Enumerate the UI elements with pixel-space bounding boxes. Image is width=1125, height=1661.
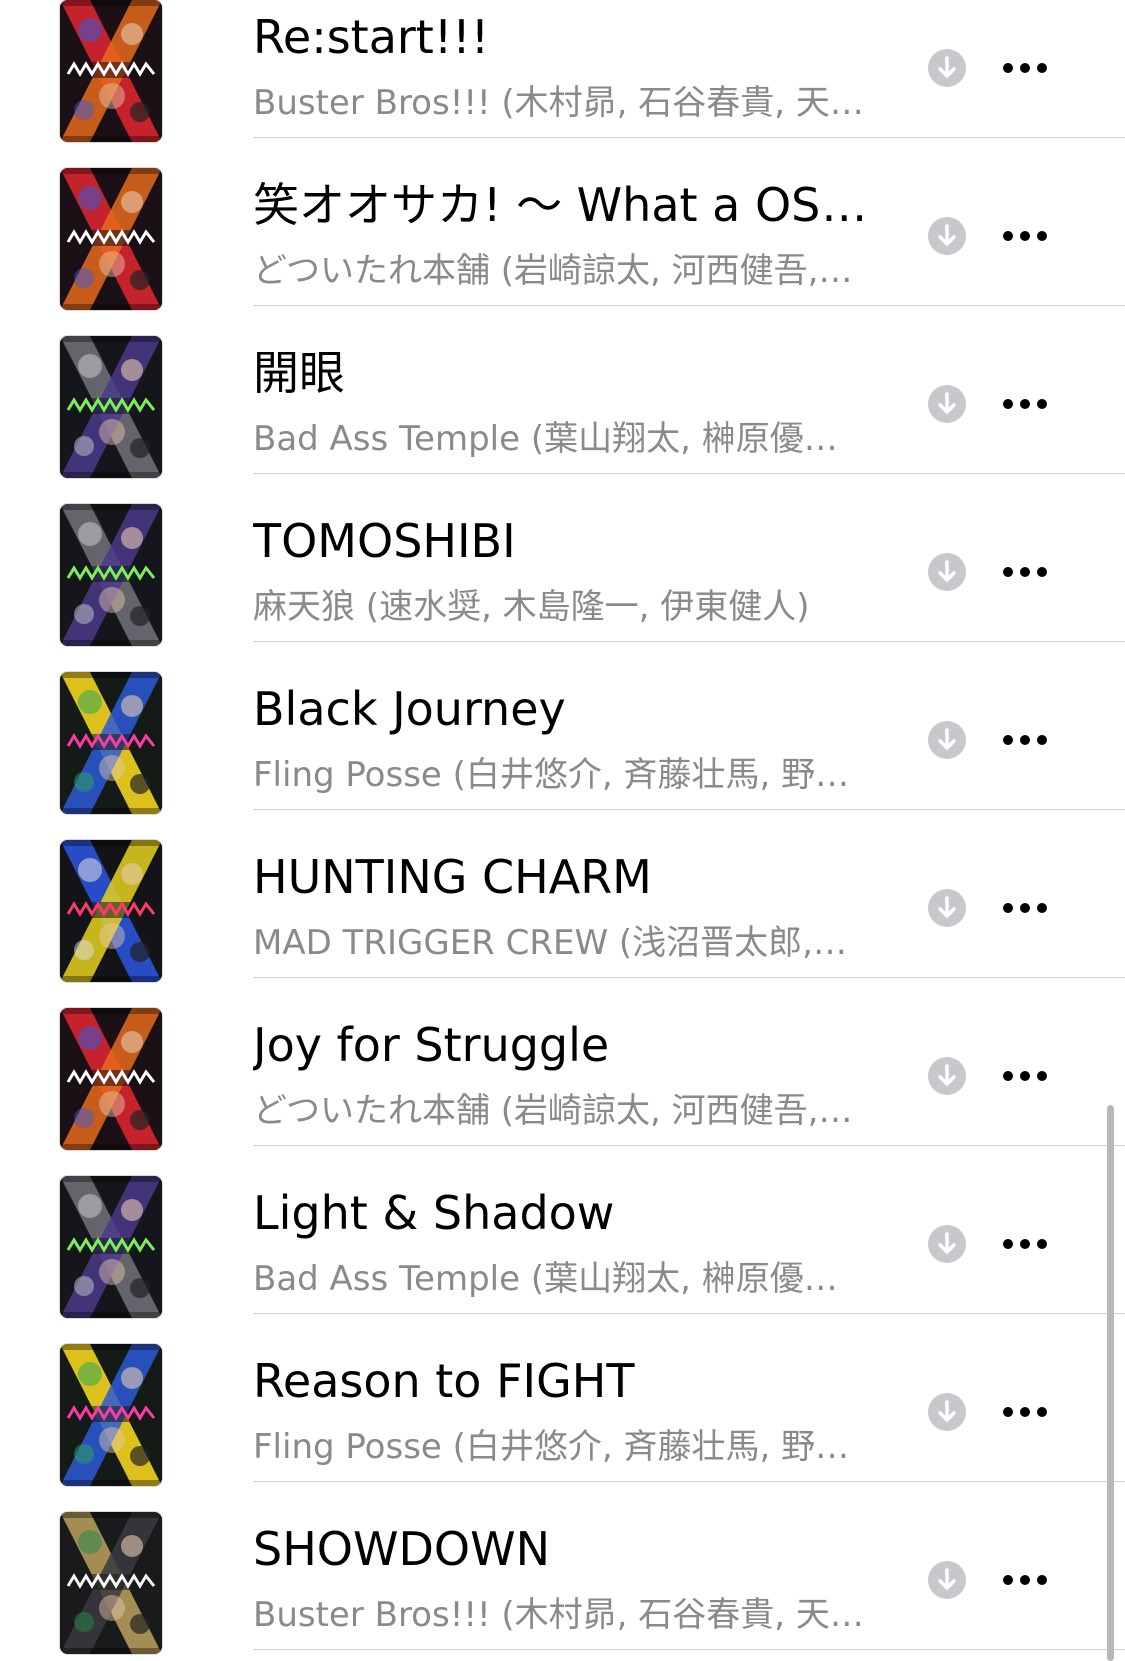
download-icon[interactable] xyxy=(928,553,966,591)
more-options-icon[interactable] xyxy=(1000,386,1050,422)
song-row[interactable]: HUNTING CHARM MAD TRIGGER CREW (浅沼晋太郎,… xyxy=(0,810,1125,982)
song-row[interactable]: 開眼 Bad Ass Temple (葉山翔太, 榊原優… xyxy=(0,306,1125,478)
row-divider xyxy=(253,1649,1125,1650)
album-artwork xyxy=(60,672,162,814)
song-title: Re:start!!! xyxy=(253,10,490,64)
album-artwork xyxy=(60,336,162,478)
song-title: Joy for Struggle xyxy=(253,1018,610,1072)
album-artwork xyxy=(60,840,162,982)
scrollbar[interactable] xyxy=(1107,1105,1114,1661)
song-row[interactable]: TOMOSHIBI 麻天狼 (速水奨, 木島隆一, 伊東健人) xyxy=(0,474,1125,646)
more-options-icon[interactable] xyxy=(1000,554,1050,590)
song-row[interactable]: SHOWDOWN Buster Bros!!! (木村昴, 石谷春貴, 天… xyxy=(0,1482,1125,1654)
song-title: TOMOSHIBI xyxy=(253,514,516,568)
song-title: 笑オオサカ! 〜 What a OSA… xyxy=(253,178,898,232)
song-artist: 麻天狼 (速水奨, 木島隆一, 伊東健人) xyxy=(253,587,810,627)
download-icon[interactable] xyxy=(928,217,966,255)
song-row[interactable]: Light & Shadow Bad Ass Temple (葉山翔太, 榊原優… xyxy=(0,1146,1125,1318)
more-options-icon[interactable] xyxy=(1000,1394,1050,1430)
download-icon[interactable] xyxy=(928,385,966,423)
song-artist: Bad Ass Temple (葉山翔太, 榊原優… xyxy=(253,1259,838,1299)
song-title: Reason to FIGHT xyxy=(253,1354,635,1408)
song-artist: Fling Posse (白井悠介, 斉藤壮馬, 野… xyxy=(253,1427,850,1467)
song-list: Re:start!!! Buster Bros!!! (木村昴, 石谷春貴, 天… xyxy=(0,0,1125,1654)
more-options-icon[interactable] xyxy=(1000,1058,1050,1094)
song-artist: Bad Ass Temple (葉山翔太, 榊原優… xyxy=(253,419,838,459)
more-options-icon[interactable] xyxy=(1000,218,1050,254)
song-artist: どついたれ本舗 (岩崎諒太, 河西健吾,… xyxy=(253,251,853,291)
more-options-icon[interactable] xyxy=(1000,1562,1050,1598)
album-artwork xyxy=(60,1344,162,1486)
more-options-icon[interactable] xyxy=(1000,722,1050,758)
song-artist: Buster Bros!!! (木村昴, 石谷春貴, 天… xyxy=(253,1595,864,1635)
song-artist: Buster Bros!!! (木村昴, 石谷春貴, 天… xyxy=(253,83,864,123)
song-title: Black Journey xyxy=(253,682,566,736)
album-artwork xyxy=(60,1512,162,1654)
download-icon[interactable] xyxy=(928,889,966,927)
song-row[interactable]: Black Journey Fling Posse (白井悠介, 斉藤壮馬, 野… xyxy=(0,642,1125,814)
song-title: Light & Shadow xyxy=(253,1186,615,1240)
album-artwork xyxy=(60,1176,162,1318)
song-title: HUNTING CHARM xyxy=(253,850,652,904)
song-row[interactable]: 笑オオサカ! 〜 What a OSA… どついたれ本舗 (岩崎諒太, 河西健吾… xyxy=(0,138,1125,310)
download-icon[interactable] xyxy=(928,1561,966,1599)
album-artwork xyxy=(60,168,162,310)
album-artwork xyxy=(60,504,162,646)
album-artwork xyxy=(60,1008,162,1150)
song-title: SHOWDOWN xyxy=(253,1522,551,1576)
download-icon[interactable] xyxy=(928,1393,966,1431)
song-artist: MAD TRIGGER CREW (浅沼晋太郎,… xyxy=(253,923,847,963)
download-icon[interactable] xyxy=(928,1225,966,1263)
song-artist: どついたれ本舗 (岩崎諒太, 河西健吾,… xyxy=(253,1091,853,1131)
song-artist: Fling Posse (白井悠介, 斉藤壮馬, 野… xyxy=(253,755,850,795)
download-icon[interactable] xyxy=(928,49,966,87)
album-artwork xyxy=(60,0,162,142)
download-icon[interactable] xyxy=(928,1057,966,1095)
song-row[interactable]: Re:start!!! Buster Bros!!! (木村昴, 石谷春貴, 天… xyxy=(0,0,1125,142)
more-options-icon[interactable] xyxy=(1000,1226,1050,1262)
song-row[interactable]: Reason to FIGHT Fling Posse (白井悠介, 斉藤壮馬,… xyxy=(0,1314,1125,1486)
more-options-icon[interactable] xyxy=(1000,890,1050,926)
more-options-icon[interactable] xyxy=(1000,50,1050,86)
song-row[interactable]: Joy for Struggle どついたれ本舗 (岩崎諒太, 河西健吾,… xyxy=(0,978,1125,1150)
download-icon[interactable] xyxy=(928,721,966,759)
song-title: 開眼 xyxy=(253,346,345,400)
